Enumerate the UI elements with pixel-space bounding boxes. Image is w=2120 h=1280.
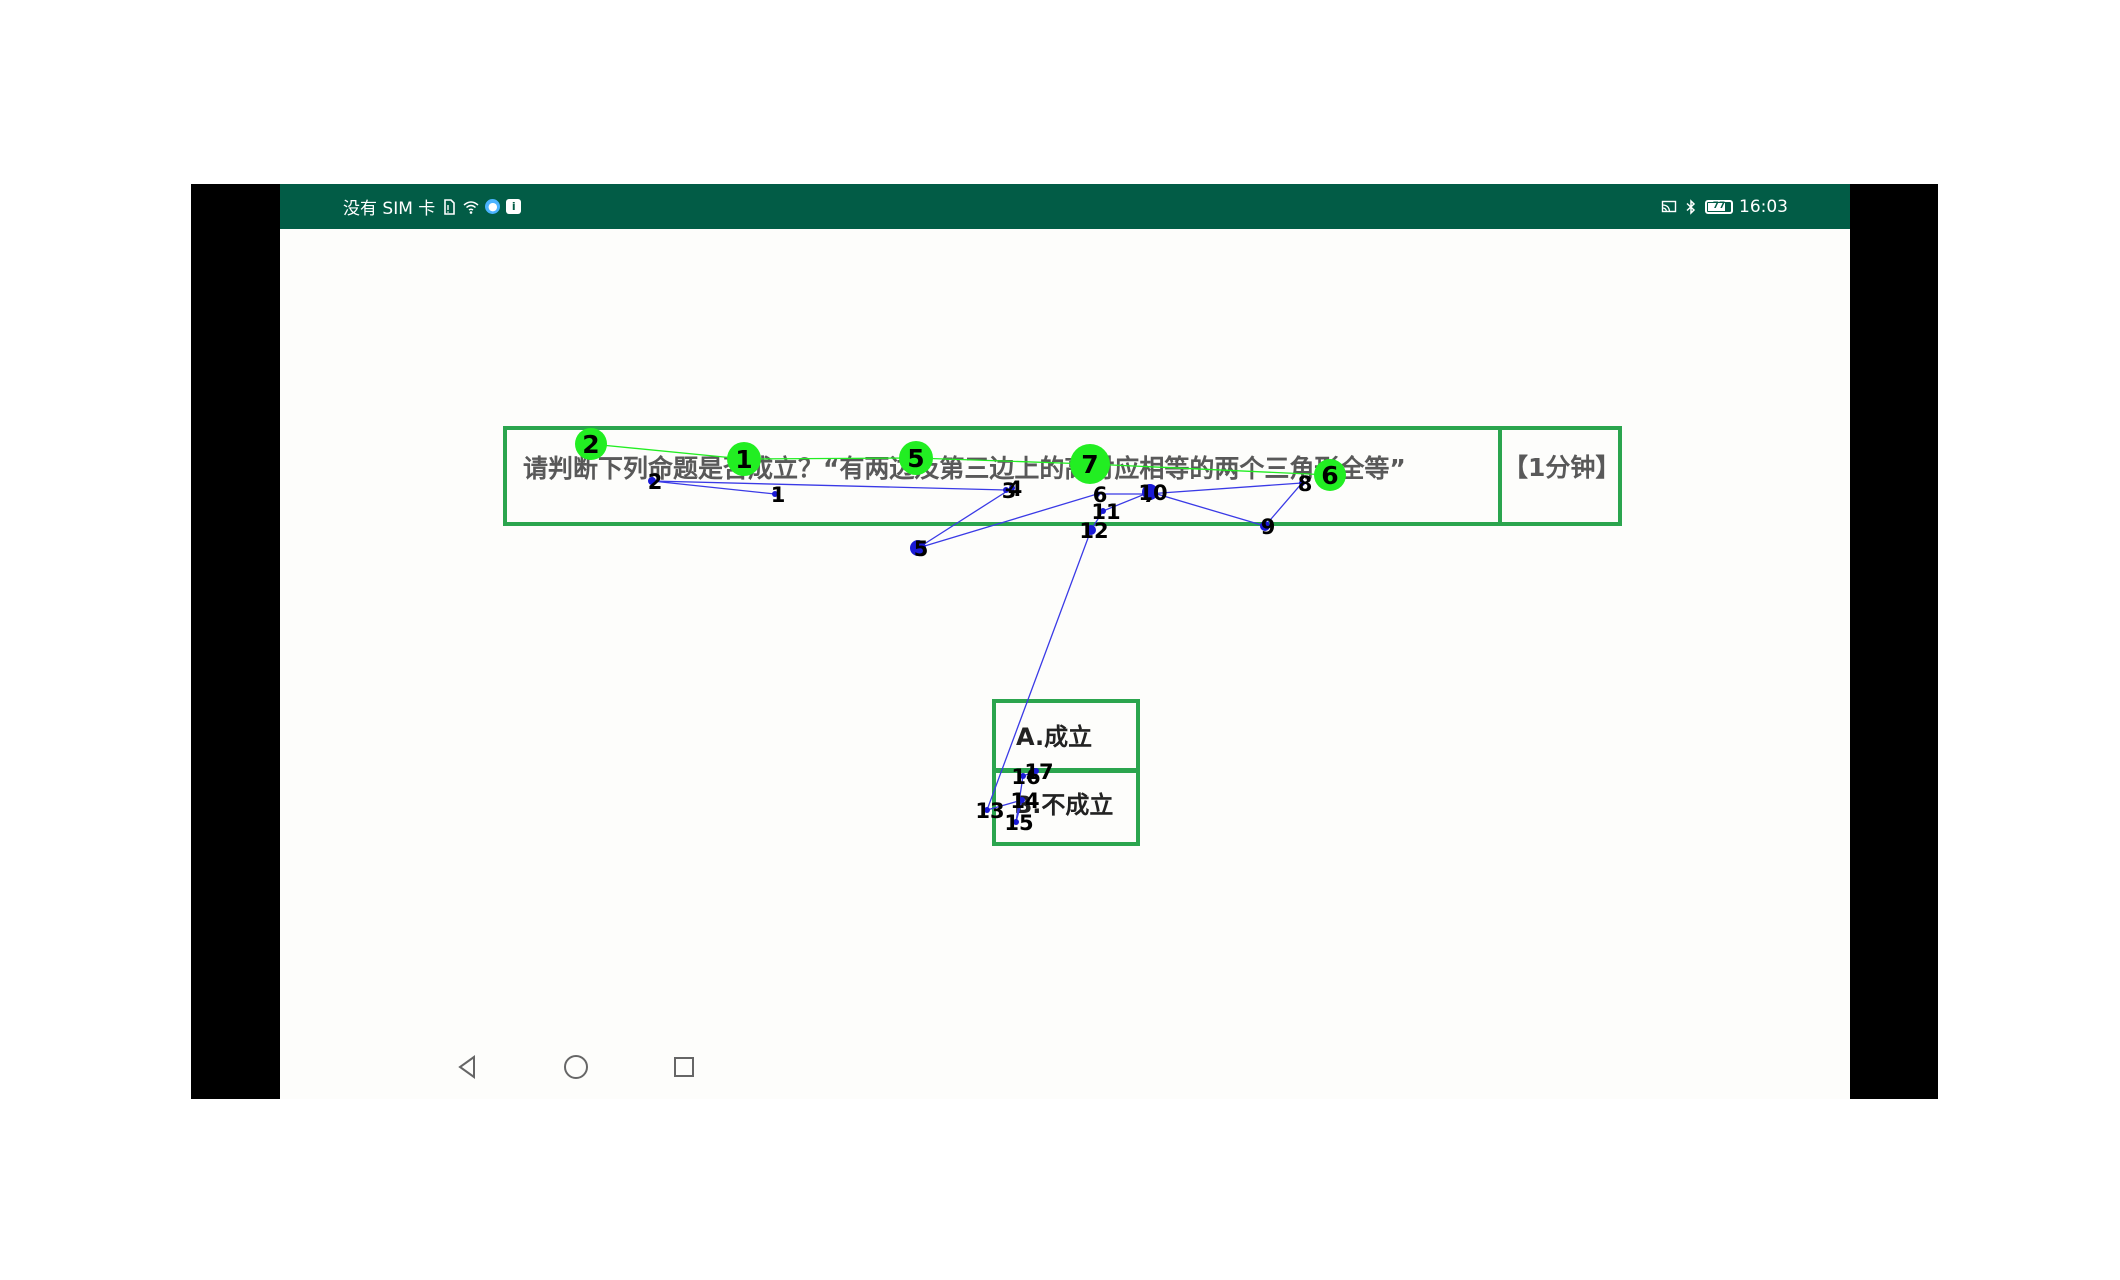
home-icon bbox=[564, 1055, 588, 1079]
navigation-bar bbox=[280, 1039, 1850, 1099]
status-bar: 没有 SIM 卡 ● i 77 16:03 bbox=[280, 184, 1850, 229]
question-text: 请判断下列命题是否成立？“有两边及第三边上的高对应相等的两个三角形全等” bbox=[523, 454, 1406, 483]
clock: 16:03 bbox=[1739, 196, 1788, 217]
recents-button[interactable] bbox=[664, 1047, 704, 1087]
option-a-label: A.成立 bbox=[1016, 723, 1093, 751]
battery-icon: 77 bbox=[1705, 199, 1733, 214]
bluetooth-icon bbox=[1686, 198, 1696, 215]
home-button[interactable] bbox=[556, 1047, 596, 1087]
battery-level: 77 bbox=[1712, 200, 1726, 211]
back-icon bbox=[458, 1055, 475, 1079]
app-badge-icon: ● bbox=[485, 199, 501, 214]
cast-icon bbox=[1661, 200, 1677, 212]
back-button[interactable] bbox=[448, 1047, 488, 1087]
status-left: 没有 SIM 卡 ● i bbox=[343, 194, 522, 219]
option-b-label: B.不成立 bbox=[1014, 791, 1114, 819]
wifi-icon bbox=[463, 200, 479, 214]
screen: 没有 SIM 卡 ● i 77 16:03 请判断下列命题是否成立？“有两边及第… bbox=[280, 184, 1850, 1099]
tablet-frame: 没有 SIM 卡 ● i 77 16:03 请判断下列命题是否成立？“有两边及第… bbox=[191, 184, 1938, 1099]
sim-status-text: 没有 SIM 卡 bbox=[343, 199, 436, 219]
timer-text: 【1分钟】 bbox=[1503, 453, 1621, 482]
notification-icon: i bbox=[506, 199, 522, 214]
status-right: 77 16:03 bbox=[1661, 197, 1788, 217]
sim-icon bbox=[444, 198, 456, 215]
recents-icon bbox=[674, 1057, 694, 1077]
